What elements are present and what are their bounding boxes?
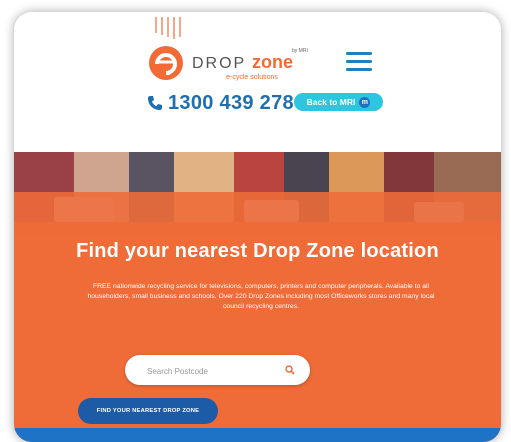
mri-badge-icon: m xyxy=(359,96,371,108)
site-header: DROP zone by MRI e-cycle solutions 1300 … xyxy=(14,12,501,152)
logo-word-zone: zone xyxy=(252,52,293,72)
hero-description: FREE nationwide recycling service for te… xyxy=(87,283,435,310)
phone-number[interactable]: 1300 439 278 xyxy=(168,92,294,115)
postcode-search xyxy=(125,355,310,385)
logo-word-drop: DROP xyxy=(192,55,246,72)
hero-title: Find your nearest Drop Zone location xyxy=(76,240,439,262)
logo-tagline: e-cycle solutions xyxy=(226,74,278,81)
back-to-mri-button[interactable]: Back to MRI m xyxy=(294,93,383,111)
back-to-mri-label: Back to MRI xyxy=(306,97,356,107)
hero-section: Find your nearest Drop Zone location FRE… xyxy=(14,152,501,442)
logo-lines xyxy=(155,17,181,39)
dropzone-logo[interactable]: DROP zone by MRI e-cycle solutions xyxy=(142,17,312,89)
phone-link[interactable]: 1300 439 278 xyxy=(147,90,294,116)
page-frame: DROP zone by MRI e-cycle solutions 1300 … xyxy=(14,12,501,442)
search-icon[interactable] xyxy=(285,365,295,375)
postcode-search-input[interactable] xyxy=(145,363,289,379)
bottom-blue-bar xyxy=(14,428,501,442)
menu-icon[interactable] xyxy=(346,52,372,72)
logo-byline: by MRI xyxy=(292,48,308,54)
find-drop-zone-button[interactable]: FIND YOUR NEAREST DROP ZONE xyxy=(78,398,218,424)
phone-icon xyxy=(148,96,162,110)
